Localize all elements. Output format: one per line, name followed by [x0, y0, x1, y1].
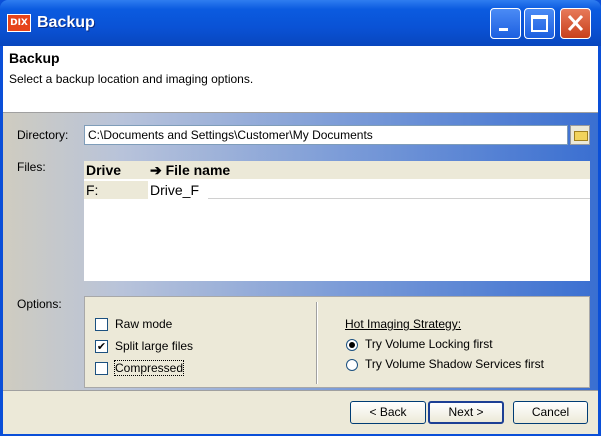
row-file-name-cell[interactable]: Drive_F: [150, 181, 199, 199]
directory-label: Directory:: [17, 128, 69, 142]
volume-locking-label[interactable]: Try Volume Locking first: [365, 337, 493, 351]
minimize-button[interactable]: [490, 8, 521, 39]
maximize-button[interactable]: [524, 8, 555, 39]
options-panel: Directory: C:\Documents and Settings\Cus…: [3, 113, 598, 390]
close-button[interactable]: [560, 8, 591, 39]
row-drive-cell[interactable]: F:: [84, 181, 148, 199]
files-header: Drive ➔ File name: [84, 161, 590, 179]
folder-icon: [574, 131, 588, 141]
raw-mode-label[interactable]: Raw mode: [115, 317, 172, 331]
wizard-header: Backup Select a backup location and imag…: [3, 46, 598, 113]
volume-shadow-radio[interactable]: [346, 359, 358, 371]
column-header-drive[interactable]: Drive: [86, 162, 121, 178]
header-title: Backup: [9, 50, 60, 66]
hot-imaging-title: Hot Imaging Strategy:: [345, 317, 462, 331]
header-subtitle: Select a backup location and imaging opt…: [9, 72, 254, 86]
back-button[interactable]: < Back: [350, 401, 426, 424]
volume-locking-radio[interactable]: [346, 339, 358, 351]
row-divider: [208, 198, 590, 199]
dialog-client: Backup Select a backup location and imag…: [3, 46, 598, 434]
next-button[interactable]: Next >: [428, 401, 504, 424]
close-icon: [567, 14, 584, 32]
maximize-icon: [531, 15, 548, 32]
options-box: Raw mode ✔ Split large files Compressed …: [84, 296, 590, 388]
raw-mode-checkbox[interactable]: [95, 318, 108, 331]
column-header-file-name[interactable]: ➔ File name: [150, 162, 230, 179]
compressed-checkbox[interactable]: [95, 362, 108, 375]
directory-input[interactable]: C:\Documents and Settings\Customer\My Do…: [84, 125, 568, 145]
options-separator: [316, 302, 318, 384]
split-large-files-checkbox[interactable]: ✔: [95, 340, 108, 353]
backup-window: DIX Backup Backup Select a backup locati…: [0, 0, 601, 436]
title-bar[interactable]: DIX Backup: [0, 0, 601, 46]
cancel-button[interactable]: Cancel: [513, 401, 588, 424]
minimize-icon: [499, 28, 508, 31]
app-icon: DIX: [7, 14, 31, 32]
volume-shadow-label[interactable]: Try Volume Shadow Services first: [365, 357, 544, 371]
wizard-footer: < Back Next > Cancel: [3, 390, 598, 434]
files-label: Files:: [17, 160, 46, 174]
compressed-label[interactable]: Compressed: [113, 360, 185, 376]
browse-button[interactable]: [570, 125, 590, 145]
options-label: Options:: [17, 297, 62, 311]
files-list[interactable]: Drive ➔ File name F: Drive_F: [84, 161, 590, 281]
split-large-files-label[interactable]: Split large files: [115, 339, 193, 353]
window-title: Backup: [37, 14, 95, 31]
